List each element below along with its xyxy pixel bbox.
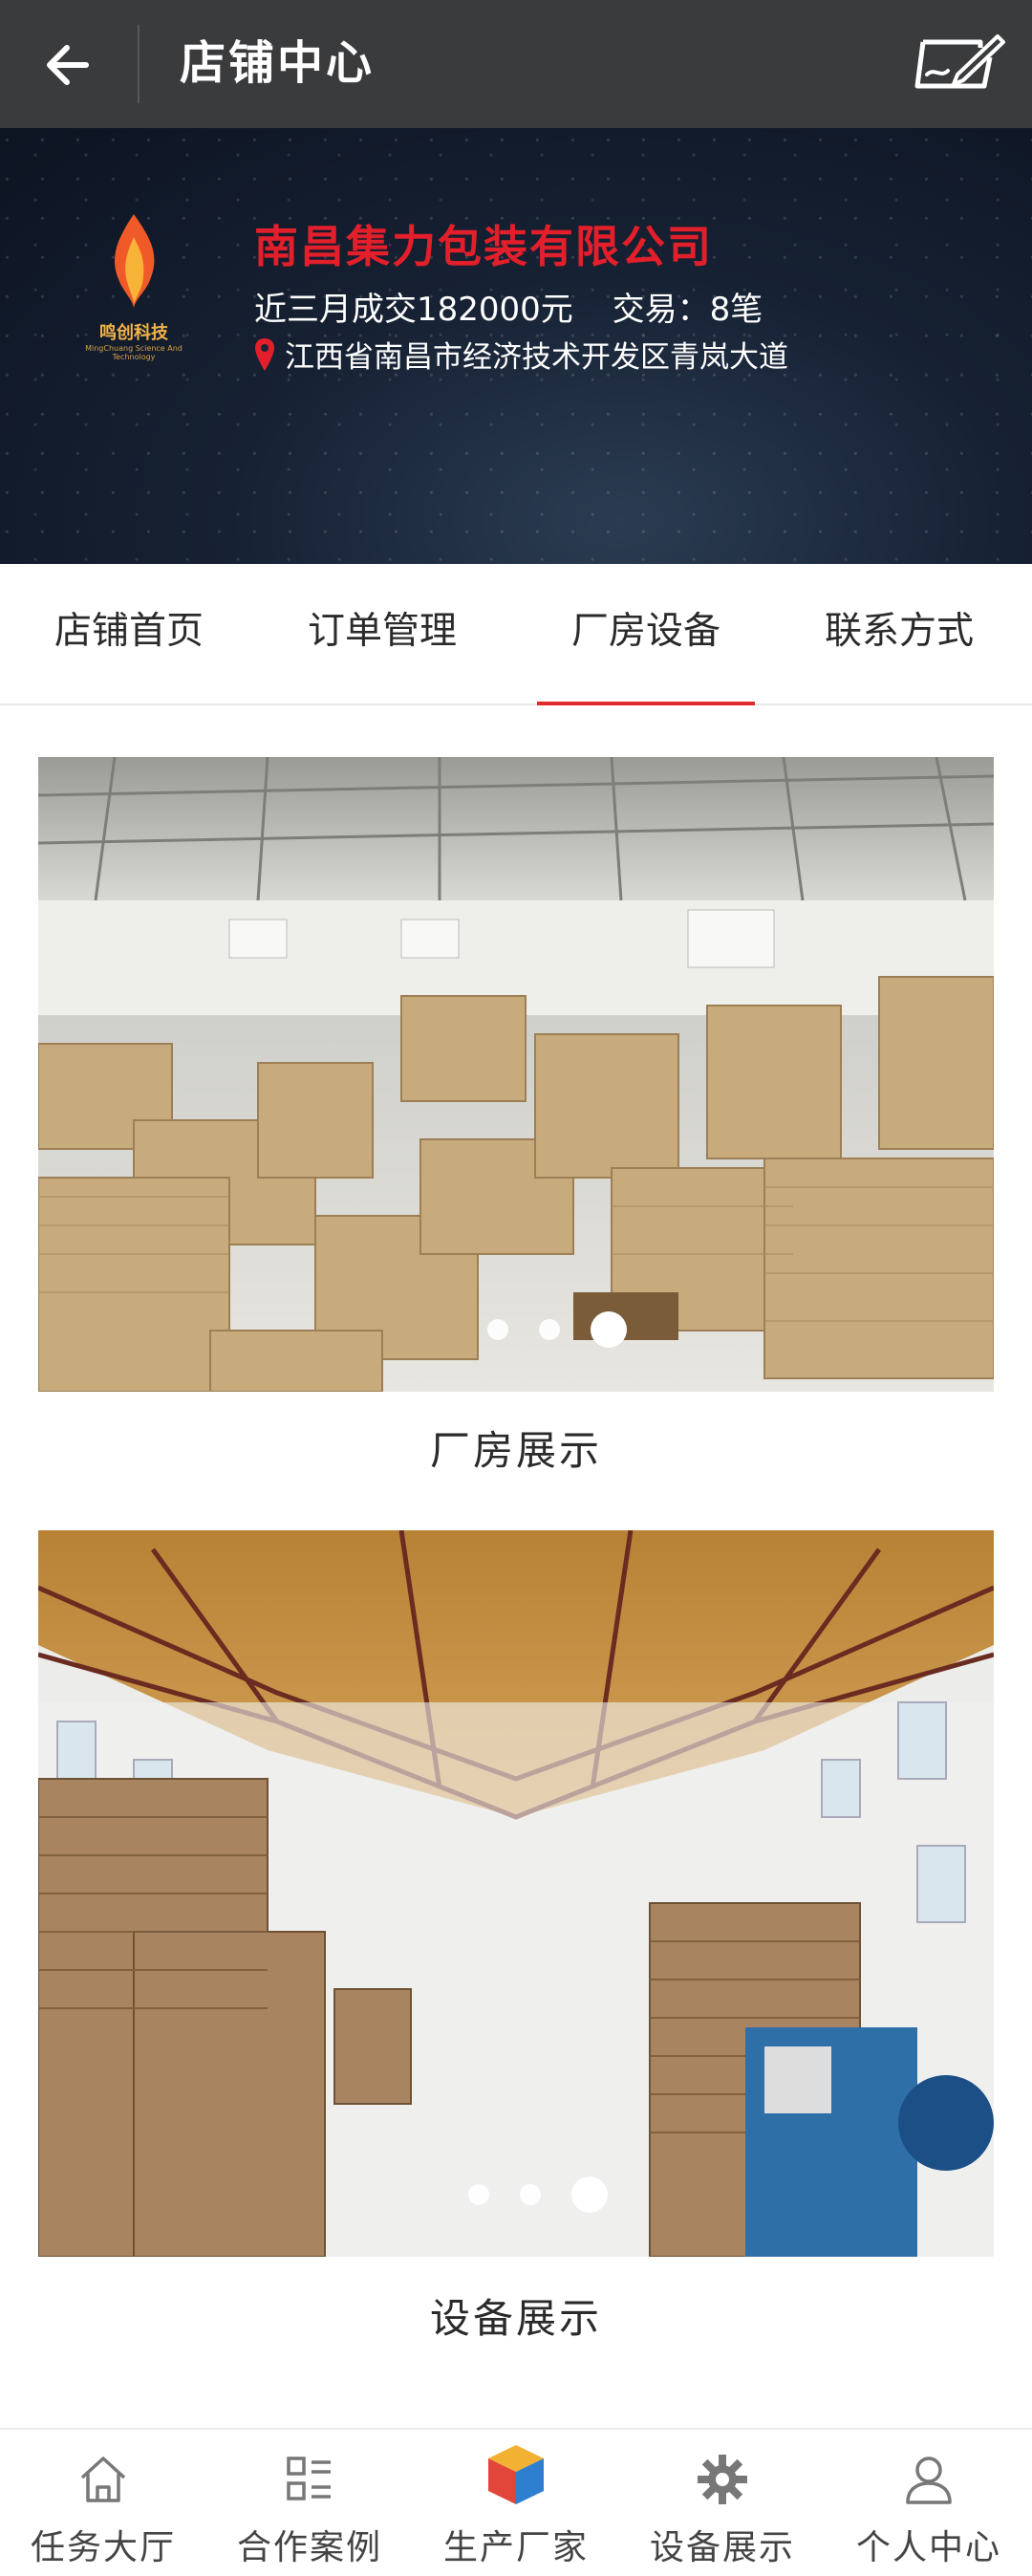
warehouse-photo	[38, 757, 994, 1392]
tab-store-home[interactable]: 店铺首页	[29, 564, 229, 704]
shop-address: 江西省南昌市经济技术开发区青岚大道	[254, 333, 788, 376]
warehouse-image-carousel[interactable]	[38, 757, 994, 1392]
nav-label: 个人中心	[855, 2528, 1001, 2567]
tab-contact[interactable]: 联系方式	[799, 564, 1000, 704]
location-pin-icon	[255, 337, 274, 371]
trade-volume: 近三月成交182000元	[254, 291, 573, 329]
tab-label: 联系方式	[824, 610, 974, 653]
logo-text: 鸣创科技	[99, 323, 168, 343]
nav-cases[interactable]: 合作案例	[206, 2430, 413, 2576]
tab-factory-equipment[interactable]: 厂房设备	[537, 564, 755, 705]
shop-stats: 近三月成交182000元 交易：8笔	[254, 283, 791, 330]
carousel-dot-active[interactable]	[591, 1311, 627, 1348]
company-logo-icon	[114, 214, 155, 308]
person-icon	[906, 2457, 952, 2504]
trade-count: 交易：8笔	[612, 291, 763, 329]
nav-label: 设备展示	[649, 2528, 795, 2567]
edit-icon[interactable]	[914, 29, 1005, 99]
carousel-dot[interactable]	[468, 2184, 489, 2205]
logo-subtext: MingChuang Science And Technology	[85, 344, 183, 361]
nav-profile[interactable]: 个人中心	[826, 2430, 1032, 2576]
nav-label: 生产厂家	[442, 2528, 589, 2567]
nav-manufacturers[interactable]: 生产厂家	[413, 2430, 619, 2576]
list-grid-icon	[287, 2457, 331, 2500]
equipment-image-carousel[interactable]	[38, 1530, 994, 2257]
page-title: 店铺中心	[180, 36, 376, 90]
tab-label: 店铺首页	[54, 610, 204, 653]
appbar-divider	[138, 25, 140, 103]
back-arrow-icon[interactable]	[38, 34, 99, 96]
section-caption-equipment: 设备展示	[429, 2295, 602, 2342]
gear-icon	[698, 2455, 747, 2504]
carousel-dots	[468, 2176, 638, 2213]
cube-icon	[488, 2445, 544, 2504]
equipment-photo	[38, 1530, 994, 2257]
shop-name: 南昌集力包装有限公司	[254, 221, 713, 272]
tab-label: 厂房设备	[570, 610, 720, 653]
tab-label: 订单管理	[307, 610, 457, 653]
section-caption-factory: 厂房展示	[429, 1427, 602, 1474]
tab-bar: 店铺首页 订单管理 厂房设备 联系方式	[0, 564, 1032, 705]
carousel-dots	[487, 1311, 657, 1348]
shop-banner: 鸣创科技 MingChuang Science And Technology 南…	[0, 128, 1032, 564]
app-bar: 店铺中心	[0, 0, 1032, 128]
carousel-dot-active[interactable]	[571, 2176, 608, 2213]
carousel-dot[interactable]	[487, 1319, 508, 1340]
bottom-navigation: 任务大厅 合作案例 生产厂家 设备展示 个人中心	[0, 2428, 1032, 2576]
nav-label: 任务大厅	[30, 2528, 176, 2567]
home-icon	[80, 2457, 126, 2502]
tab-order-management[interactable]: 订单管理	[282, 564, 483, 704]
carousel-dot[interactable]	[520, 2184, 541, 2205]
nav-task-hall[interactable]: 任务大厅	[0, 2430, 206, 2576]
active-tab-indicator	[537, 702, 755, 705]
carousel-dot[interactable]	[539, 1319, 560, 1340]
nav-equipment[interactable]: 设备展示	[619, 2430, 826, 2576]
nav-label: 合作案例	[236, 2528, 382, 2567]
address-text: 江西省南昌市经济技术开发区青岚大道	[285, 340, 788, 375]
